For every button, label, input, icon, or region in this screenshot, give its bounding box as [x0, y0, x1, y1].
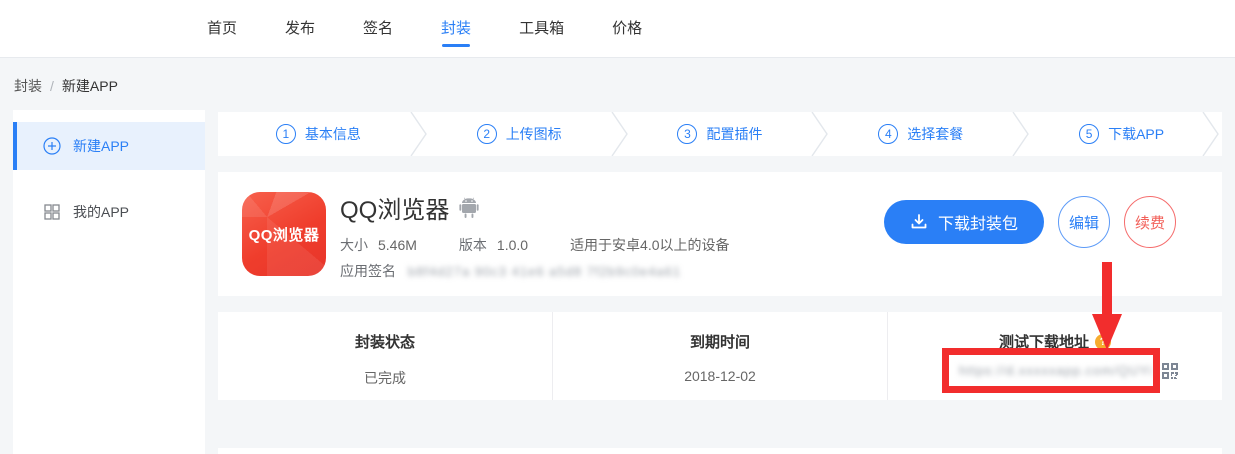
step-download-app[interactable]: 5 下载APP [1021, 112, 1222, 156]
size-value: 5.46M [378, 237, 417, 253]
nav-item-package[interactable]: 封装 [441, 0, 471, 58]
chevron-separator-icon [1012, 112, 1030, 156]
app-icon: QQ浏览器 [242, 192, 326, 276]
package-status-value: 已完成 [218, 368, 552, 388]
android-icon [459, 197, 479, 219]
expiry-column: 到期时间 2018-12-02 [552, 312, 887, 400]
version-value: 1.0.0 [497, 237, 528, 253]
nav-item-sign[interactable]: 签名 [363, 0, 393, 58]
steps-bar: 1 基本信息 2 上传图标 3 配置插件 4 选择套餐 5 下载APP [218, 112, 1222, 156]
version-label: 版本 [459, 237, 487, 253]
chevron-separator-icon [1202, 112, 1220, 156]
top-nav: 首页 发布 签名 封装 工具箱 价格 [0, 0, 1235, 58]
breadcrumb-separator: / [50, 78, 54, 94]
step-label: 上传图标 [506, 124, 562, 144]
download-package-button[interactable]: 下载封装包 [884, 200, 1044, 244]
breadcrumb-package[interactable]: 封装 [14, 78, 42, 94]
renew-button[interactable]: 续费 [1124, 196, 1176, 248]
sidebar-item-label: 新建APP [73, 136, 129, 156]
signature-value-masked: b8f4d27a 90c3 41e6 a5d8 7f2b9c0e4a61 [408, 264, 681, 279]
nav-item-publish[interactable]: 发布 [285, 0, 315, 58]
download-button-label: 下载封装包 [938, 210, 1018, 234]
size-label: 大小 [340, 237, 368, 253]
step-upload-icon[interactable]: 2 上传图标 [419, 112, 620, 156]
chevron-separator-icon [410, 112, 428, 156]
app-info-card: QQ浏览器 QQ浏览器 大小 5.46M 版本 1.0.0 适用于安卓4.0以上的设… [218, 172, 1222, 296]
step-label: 选择套餐 [907, 124, 963, 144]
app-signature-row: 应用签名 b8f4d27a 90c3 41e6 a5d8 7f2b9c0e4a6… [340, 261, 681, 281]
sidebar-item-label: 我的APP [73, 202, 129, 222]
sidebar-item-my-app[interactable]: 我的APP [13, 192, 205, 232]
status-card: 封装状态 已完成 到期时间 2018-12-02 测试下载地址 ? https:… [218, 312, 1222, 400]
compat-text: 适用于安卓4.0以上的设备 [570, 235, 729, 255]
test-download-url-highlight: https://d.xxxxxapp.com/QUYi [942, 348, 1160, 393]
step-configure-plugins[interactable]: 3 配置插件 [620, 112, 821, 156]
nav-item-home[interactable]: 首页 [207, 0, 237, 58]
edit-button[interactable]: 编辑 [1058, 196, 1110, 248]
nav-item-toolbox[interactable]: 工具箱 [519, 0, 564, 58]
expiry-title: 到期时间 [690, 331, 750, 352]
app-meta-row: 大小 5.46M 版本 1.0.0 适用于安卓4.0以上的设备 [340, 235, 730, 255]
qr-code-icon[interactable] [1160, 361, 1180, 381]
sidebar-item-new-app[interactable]: 新建APP [13, 122, 205, 170]
package-status-column: 封装状态 已完成 [218, 312, 552, 400]
app-title: QQ浏览器 [340, 190, 449, 225]
step-number: 2 [477, 124, 497, 144]
download-icon [910, 213, 928, 231]
step-basic-info[interactable]: 1 基本信息 [218, 112, 419, 156]
package-status-title: 封装状态 [355, 331, 415, 352]
grid-icon [43, 203, 61, 221]
nav-item-price[interactable]: 价格 [612, 0, 642, 58]
step-number: 5 [1079, 124, 1099, 144]
step-select-plan[interactable]: 4 选择套餐 [820, 112, 1021, 156]
breadcrumb: 封装 / 新建APP [14, 76, 118, 96]
signature-label: 应用签名 [340, 261, 396, 281]
step-number: 3 [677, 124, 697, 144]
step-label: 基本信息 [305, 124, 361, 144]
app-icon-label: QQ浏览器 [249, 224, 320, 245]
expiry-value: 2018-12-02 [553, 368, 887, 384]
step-number: 1 [276, 124, 296, 144]
chevron-separator-icon [611, 112, 629, 156]
breadcrumb-new-app: 新建APP [62, 78, 118, 94]
step-number: 4 [878, 124, 898, 144]
step-label: 下载APP [1108, 124, 1164, 144]
next-section-peek [218, 448, 1222, 454]
test-download-url-masked[interactable]: https://d.xxxxxapp.com/QUYi [959, 363, 1152, 378]
chevron-separator-icon [811, 112, 829, 156]
plus-circle-icon [43, 137, 61, 155]
sidebar: 新建APP 我的APP [13, 110, 205, 454]
step-label: 配置插件 [706, 124, 762, 144]
